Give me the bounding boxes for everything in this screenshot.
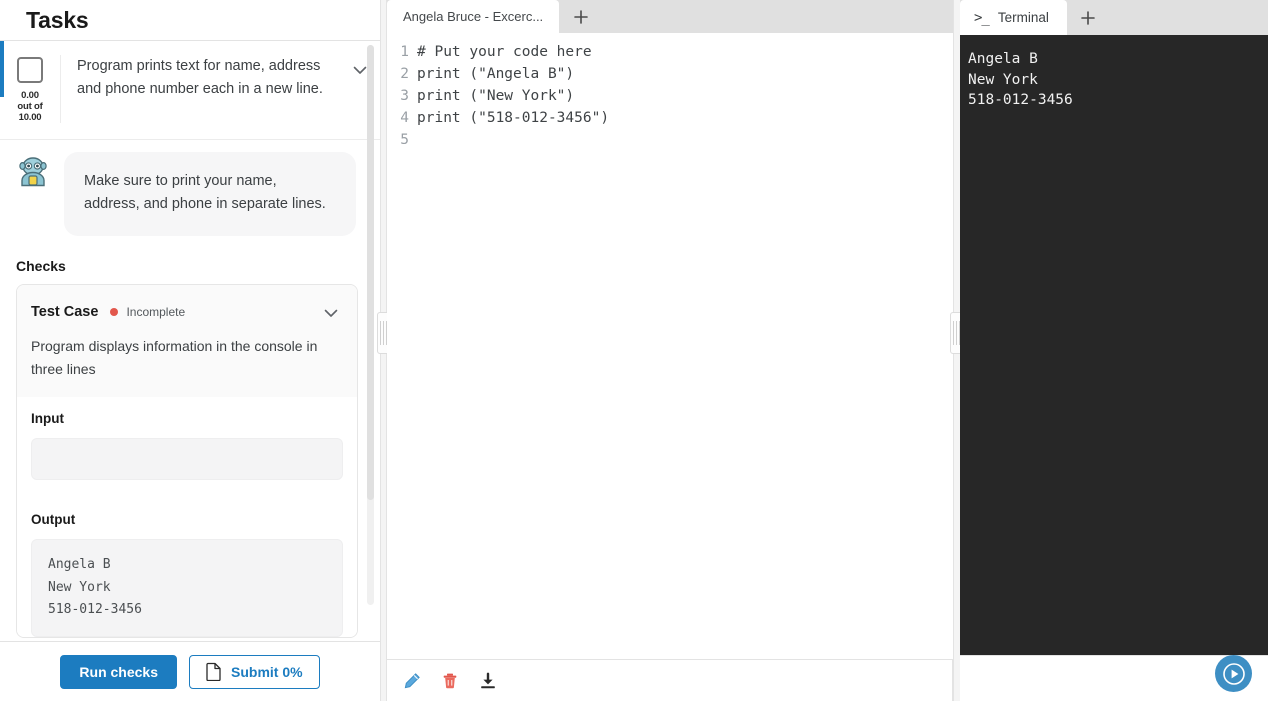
check-name: Test Case <box>31 303 99 320</box>
tasks-panel: Tasks 0.00 out of 10.00 Program prints t… <box>0 0 380 701</box>
task-item[interactable]: 0.00 out of 10.00 Program prints text fo… <box>0 41 380 140</box>
code-line: 4 print ("518-012-3456") <box>387 107 953 129</box>
editor-toolbar <box>387 660 953 701</box>
line-number: 2 <box>400 66 409 82</box>
editor-terminal-divider[interactable] <box>950 0 963 701</box>
status-badge-dot <box>110 307 119 316</box>
code-line: 1 # Put your code here <box>387 41 953 63</box>
check-card-header[interactable]: Test Case Incomplete Program displays in… <box>17 285 357 397</box>
output-label: Output <box>31 512 76 527</box>
document-icon <box>206 662 222 681</box>
terminal-tab-label: Terminal <box>997 10 1049 25</box>
task-score-current: 0.00 <box>21 90 39 101</box>
task-score-outof-label: out of <box>17 101 43 112</box>
terminal-panel: >_ Terminal Angela B New York 518-012-34… <box>960 0 1268 701</box>
input-value-box <box>31 438 343 480</box>
tasks-scrollbar-thumb[interactable] <box>367 45 374 500</box>
output-value-box: Angela B New York 518-012-3456 <box>31 539 343 637</box>
terminal-tabbar: >_ Terminal <box>960 0 1268 35</box>
task-body: Program prints text for name, address an… <box>60 55 380 123</box>
edit-pencil-icon[interactable] <box>399 668 425 694</box>
editor-tab-active[interactable]: Angela Bruce - Excerc... <box>387 0 560 33</box>
terminal-tab-active[interactable]: >_ Terminal <box>960 0 1067 35</box>
code-text: print ("New York") <box>417 88 575 104</box>
task-score-column: 0.00 out of 10.00 <box>0 55 60 123</box>
code-text: # Put your code here <box>417 44 592 60</box>
task-description: Program prints text for name, address an… <box>77 58 323 97</box>
tasks-scrollbar[interactable] <box>367 45 374 605</box>
terminal-prompt-icon: >_ <box>974 9 990 26</box>
download-icon[interactable] <box>475 668 501 694</box>
plus-icon[interactable] <box>1067 0 1109 35</box>
app-root: Tasks 0.00 out of 10.00 Program prints t… <box>0 0 1268 701</box>
tasks-header: Tasks <box>0 0 380 41</box>
play-icon <box>1222 662 1245 685</box>
plus-icon[interactable] <box>559 0 603 33</box>
task-checkbox[interactable] <box>17 57 43 83</box>
code-line: 3 print ("New York") <box>387 85 953 107</box>
checks-section-label: Checks <box>16 258 66 274</box>
editor-tabbar: Angela Bruce - Excerc... <box>387 0 953 33</box>
editor-tab-label: Angela Bruce - Excerc... <box>403 9 544 24</box>
submit-button[interactable]: Submit 0% <box>189 654 320 689</box>
line-number: 4 <box>400 110 409 126</box>
code-editor[interactable]: 1 # Put your code here 2 print ("Angela … <box>387 33 953 660</box>
code-line: 5 <box>387 129 953 151</box>
tasks-action-bar: Run checks Submit 0% <box>0 641 380 701</box>
hint-row: Make sure to print your name, address, a… <box>0 140 380 236</box>
input-label: Input <box>31 411 64 426</box>
line-number: 1 <box>400 44 409 60</box>
line-number: 3 <box>400 88 409 104</box>
terminal-output[interactable]: Angela B New York 518-012-3456 <box>960 35 1268 701</box>
task-active-accent-bar <box>0 41 4 97</box>
editor-panel: Angela Bruce - Excerc... 1 # Put your co… <box>387 0 953 701</box>
check-output-section: Output Angela B New York 518-012-3456 <box>17 498 357 637</box>
check-status-text: Incomplete <box>126 304 186 319</box>
check-input-section: Input <box>17 397 357 480</box>
code-line: 2 print ("Angela B") <box>387 63 953 85</box>
line-number: 5 <box>400 132 409 148</box>
hint-bubble: Make sure to print your name, address, a… <box>64 152 356 236</box>
page-title: Tasks <box>26 6 89 33</box>
run-checks-button[interactable]: Run checks <box>60 654 177 689</box>
tasks-scroll-region[interactable]: 0.00 out of 10.00 Program prints text fo… <box>0 41 380 641</box>
robot-avatar-icon <box>16 155 50 189</box>
code-text: print ("Angela B") <box>417 66 575 82</box>
check-card: Test Case Incomplete Program displays in… <box>16 284 358 638</box>
tasks-editor-divider[interactable] <box>377 0 390 701</box>
task-score: 0.00 out of 10.00 <box>17 90 42 123</box>
check-description: Program displays information in the cons… <box>31 338 318 377</box>
trash-delete-icon[interactable] <box>437 668 463 694</box>
run-button[interactable] <box>1215 655 1252 692</box>
submit-button-label: Submit 0% <box>231 663 303 680</box>
chevron-down-icon[interactable] <box>319 301 343 325</box>
code-text: print ("518-012-3456") <box>417 110 610 126</box>
task-score-max: 10.00 <box>18 112 42 123</box>
